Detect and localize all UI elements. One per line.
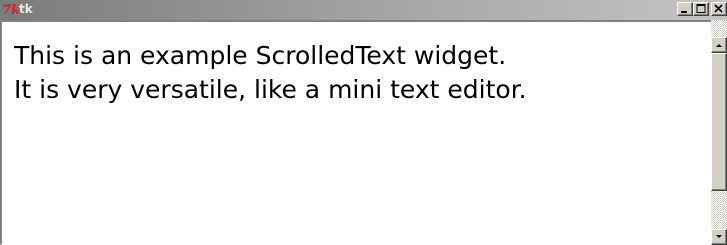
- minimize-icon: [681, 11, 687, 13]
- scrolled-text-area[interactable]: This is an example ScrolledText widget. …: [0, 20, 711, 245]
- text-line-2: It is very versatile, like a mini text e…: [14, 75, 527, 104]
- tk-logo-icon: 7k: [2, 1, 20, 18]
- text-line-1: This is an example ScrolledText widget.: [14, 41, 507, 70]
- title-bar[interactable]: 7k tk: [0, 0, 727, 20]
- scroll-up-button[interactable]: [711, 37, 727, 53]
- maximize-button[interactable]: [693, 2, 709, 16]
- maximize-icon: [696, 4, 706, 13]
- svg-text:7k: 7k: [2, 3, 18, 17]
- close-icon: [714, 4, 723, 13]
- scroll-down-button[interactable]: [711, 229, 727, 245]
- window-title: tk: [19, 2, 33, 16]
- vertical-scrollbar[interactable]: [711, 20, 727, 245]
- arrow-up-icon: [716, 44, 722, 47]
- arrow-down-icon: [716, 235, 722, 238]
- close-button[interactable]: [711, 2, 727, 16]
- scroll-thumb[interactable]: [711, 53, 727, 191]
- tk-window: 7k tk This is an example ScrolledText wi…: [0, 0, 727, 245]
- minimize-button[interactable]: [677, 2, 693, 16]
